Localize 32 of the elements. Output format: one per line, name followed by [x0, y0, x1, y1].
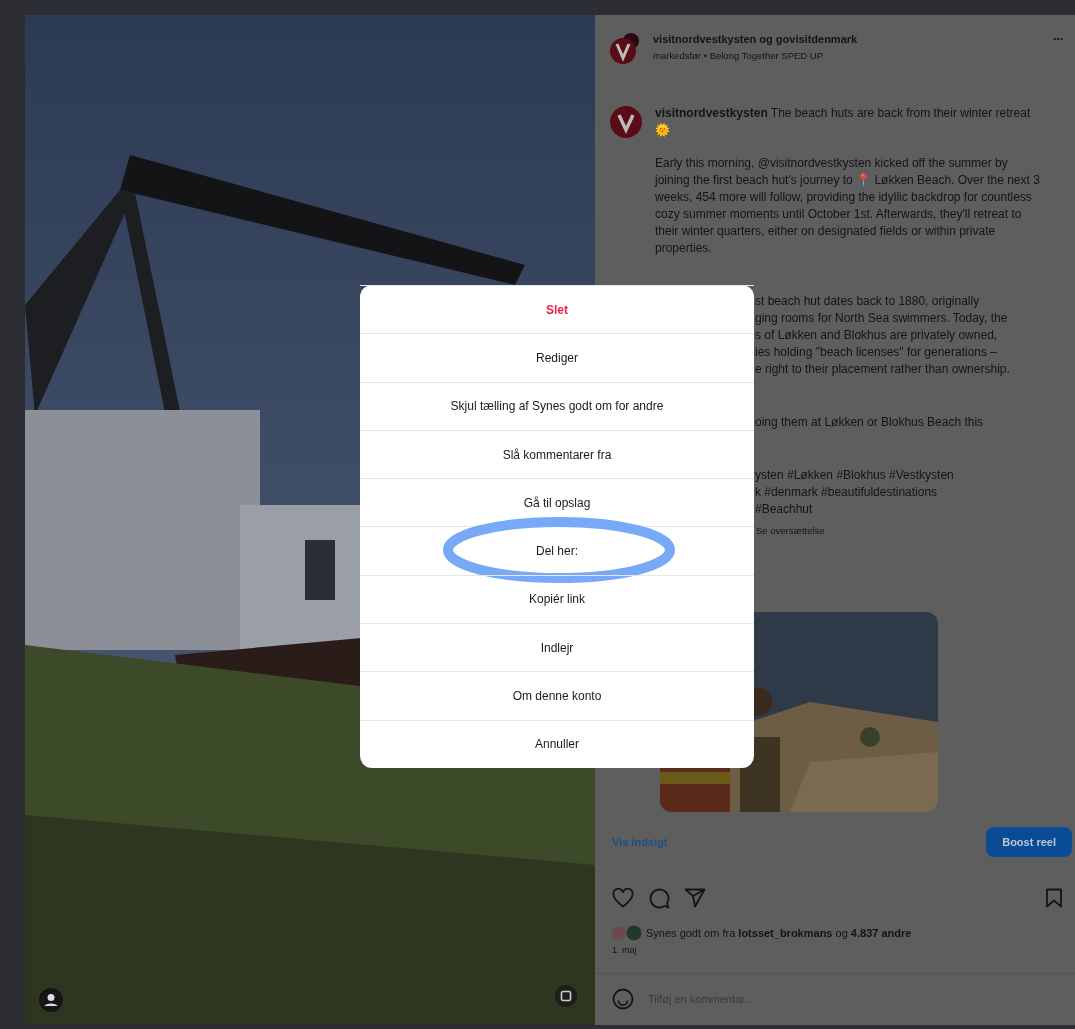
- boost-button[interactable]: Boost reel: [986, 827, 1072, 857]
- menu-item[interactable]: Kopiér link: [521, 588, 593, 611]
- caption-text: s of Løkken and Blokhus are privately owned,: [755, 327, 999, 344]
- caption-text: oing them at Løkken or Blokhus Beach this: [755, 414, 985, 431]
- share-icon[interactable]: [684, 888, 706, 908]
- caption-text: visitnordvestkysten The beach huts are back from their winter retreat: [655, 106, 1031, 120]
- emoji-icon[interactable]: [612, 988, 634, 1010]
- menu-item[interactable]: Slet: [538, 298, 576, 321]
- caption-text: ysten #Løkken #Blokhus #Vestkysten: [755, 467, 955, 484]
- menu-item[interactable]: Skjul tælling af Synes godt om for andre: [442, 395, 672, 418]
- menu-item[interactable]: Om denne konto: [504, 685, 610, 707]
- menu-item[interactable]: Gå til opslag: [515, 491, 599, 514]
- user-icon[interactable]: [39, 988, 63, 1012]
- caption-text: #Beachhut: [755, 501, 814, 518]
- caption-paragraph: Early this morning, @visitnordvestkysten kicked off the summer by joining the first beach hut's journey to 📍 Løkken Beach. Over the next 3 weeks, 454 more will follow, providing the idyllic backdrop for countless cozy summer moments until October 1st. Afterwards, they'll retreat to their winter quarters, either on designated fields or within private properties.: [655, 155, 1041, 257]
- emoji-text: 🌞: [655, 123, 670, 137]
- comment-icon[interactable]: [648, 887, 670, 909]
- menu-item[interactable]: Del her:: [528, 540, 586, 563]
- avatars-icon: [612, 925, 642, 941]
- bookmark-icon[interactable]: [1045, 888, 1063, 908]
- menu-item[interactable]: Indlejr: [532, 636, 582, 659]
- caption-text: e right to their placement rather than ownership.: [755, 361, 1011, 378]
- menu-item[interactable]: Rediger: [528, 346, 586, 369]
- caption-text: ies holding "beach licenses" for generations –: [755, 344, 998, 361]
- caption-text: st beach hut dates back to 1880, originally: [755, 293, 981, 310]
- caption-text: k #denmark #beautifuldestinations: [755, 484, 939, 501]
- heart-icon[interactable]: [612, 888, 634, 908]
- caption-text: ging rooms for North Sea swimmers. Today, the: [755, 310, 1009, 327]
- menu-item[interactable]: Annuller: [527, 733, 587, 756]
- avatar-icon[interactable]: [609, 105, 643, 139]
- menu-item[interactable]: Slå kommentarer fra: [494, 443, 620, 466]
- post-date: 1. maj: [611, 944, 638, 955]
